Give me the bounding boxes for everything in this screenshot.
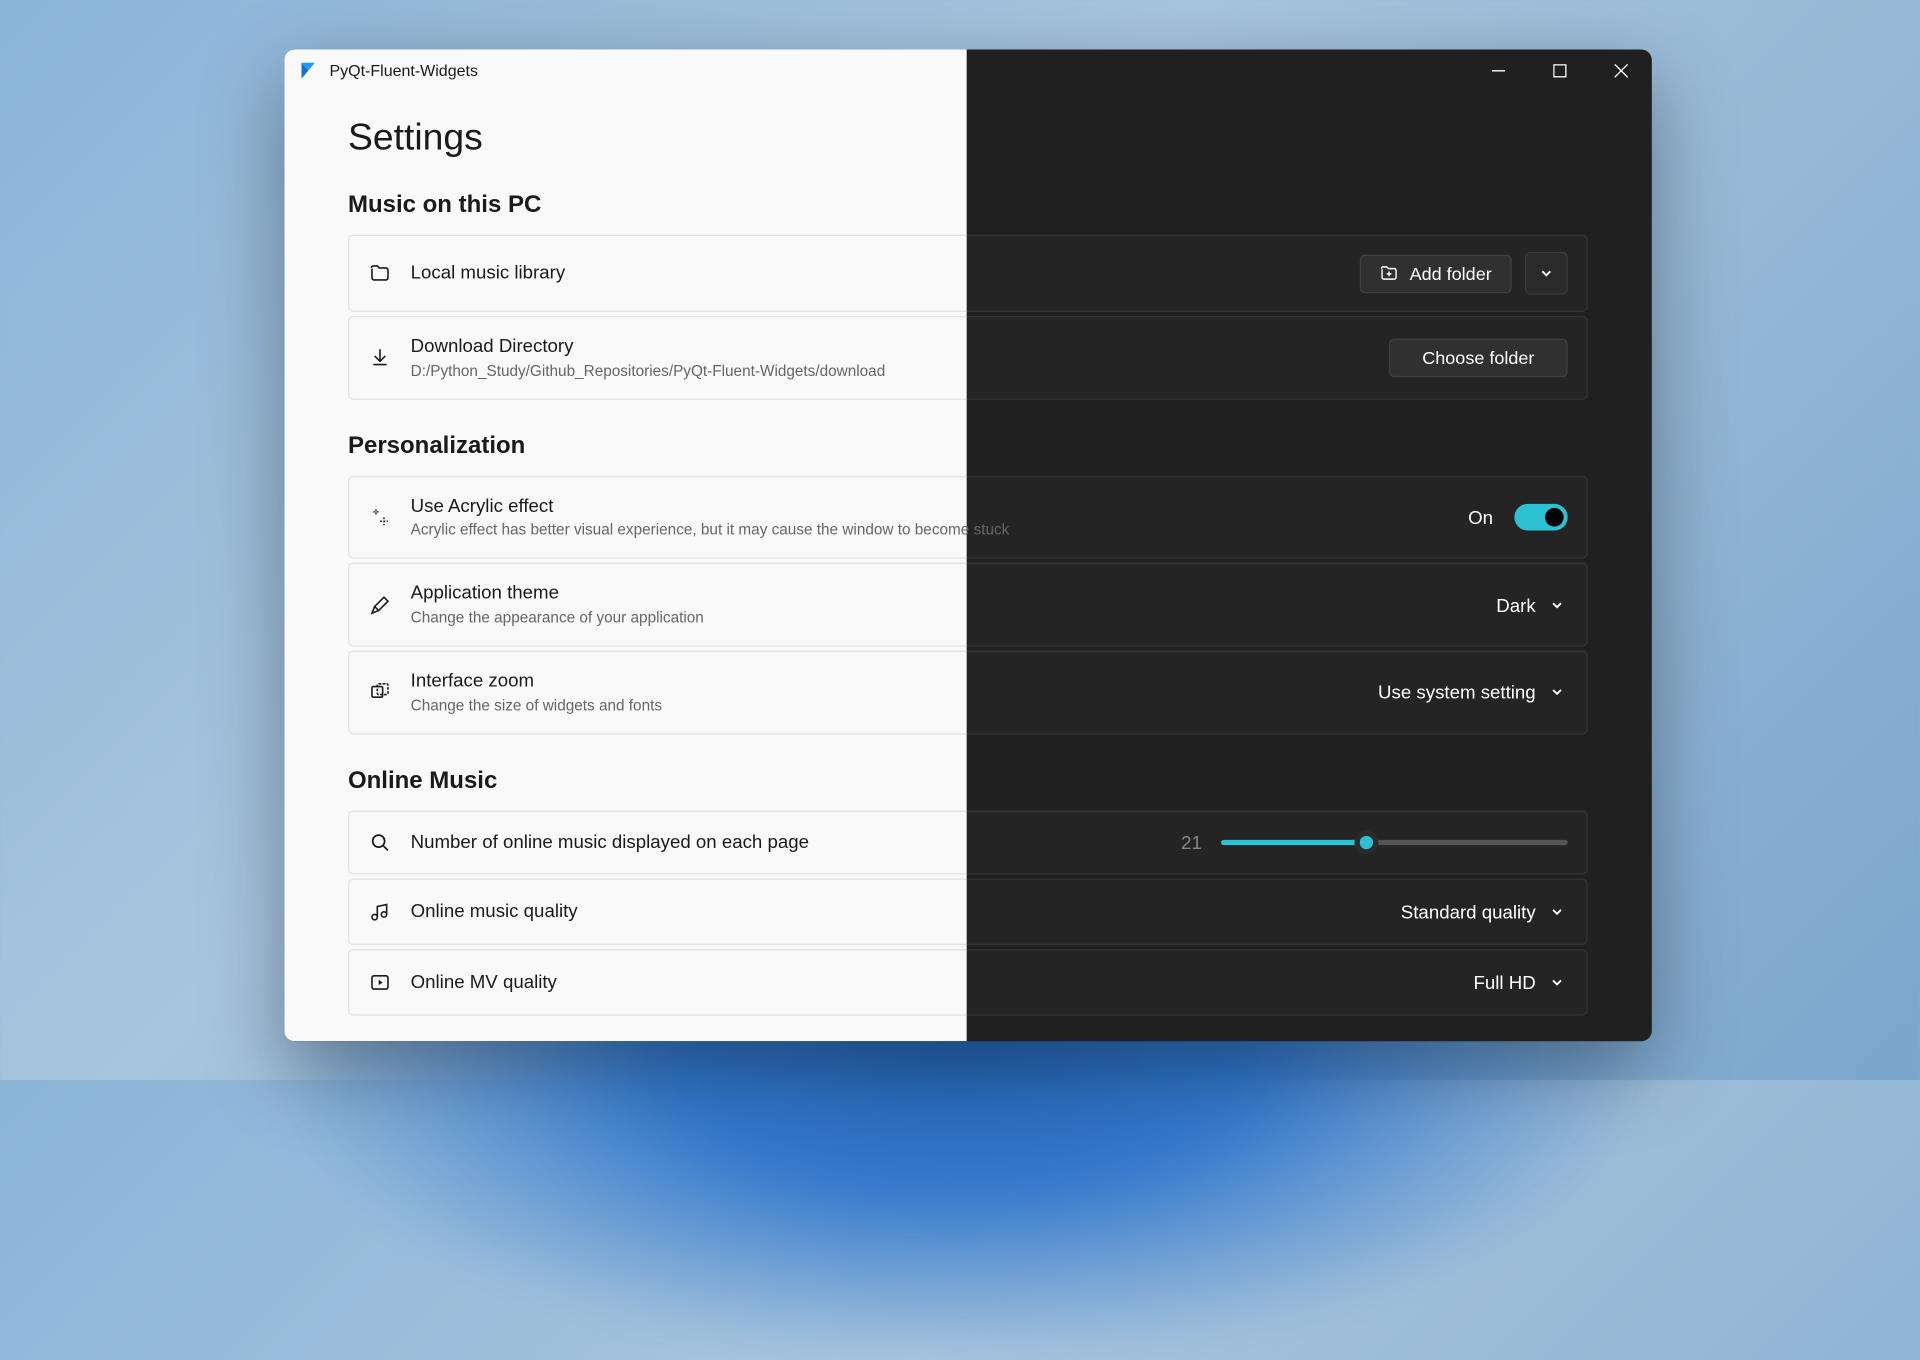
- add-folder-icon: [1380, 264, 1399, 283]
- choose-folder-button[interactable]: Choose folder: [1389, 339, 1568, 378]
- app-icon: [297, 60, 318, 81]
- theme-dropdown[interactable]: Dark: [1494, 589, 1568, 621]
- folder-icon: [368, 261, 392, 285]
- card-download-dir: Download Directory D:/Python_Study/Githu…: [348, 316, 1588, 400]
- section-music-pc: Music on this PC: [348, 191, 1588, 219]
- card-music-quality: Online music quality Standard quality: [348, 878, 1588, 945]
- music-quality-title: Online music quality: [411, 899, 1380, 925]
- download-dir-title: Download Directory: [411, 333, 1371, 359]
- expand-library-button[interactable]: [1525, 252, 1568, 295]
- sparkle-icon: [368, 505, 392, 529]
- acrylic-title: Use Acrylic effect: [411, 493, 1450, 519]
- add-folder-button[interactable]: Add folder: [1361, 254, 1512, 293]
- acrylic-toggle[interactable]: [1515, 504, 1568, 531]
- maximize-button[interactable]: [1529, 49, 1590, 92]
- zoom-dropdown[interactable]: Use system setting: [1376, 677, 1568, 709]
- search-icon: [368, 830, 392, 854]
- section-personalization: Personalization: [348, 432, 1588, 460]
- chevron-down-icon: [1549, 685, 1565, 701]
- theme-sub: Change the appearance of your applicatio…: [411, 608, 1475, 629]
- slider-value: 21: [1181, 832, 1202, 853]
- theme-title: Application theme: [411, 580, 1475, 606]
- acrylic-sub: Acrylic effect has better visual experie…: [411, 520, 1450, 541]
- local-library-title: Local music library: [411, 260, 1342, 286]
- zoom-icon: [368, 681, 392, 705]
- close-button[interactable]: [1591, 49, 1652, 92]
- zoom-sub: Change the size of widgets and fonts: [411, 696, 1357, 717]
- page-count-title: Number of online music displayed on each…: [411, 829, 1163, 855]
- page-count-slider[interactable]: [1221, 840, 1568, 845]
- card-zoom: Interface zoom Change the size of widget…: [348, 651, 1588, 735]
- zoom-title: Interface zoom: [411, 668, 1357, 694]
- chevron-down-icon: [1549, 597, 1565, 613]
- card-theme: Application theme Change the appearance …: [348, 563, 1588, 647]
- music-quality-dropdown[interactable]: Standard quality: [1398, 896, 1568, 928]
- brush-icon: [368, 593, 392, 617]
- video-icon: [368, 970, 392, 994]
- window-title: PyQt-Fluent-Widgets: [329, 61, 477, 80]
- mv-quality-title: Online MV quality: [411, 969, 1453, 995]
- page-title: Settings: [348, 116, 1588, 159]
- titlebar: PyQt-Fluent-Widgets: [284, 49, 1652, 92]
- app-window: PyQt-Fluent-Widgets Settings Music on th…: [284, 49, 1652, 1041]
- card-mv-quality: Online MV quality Full HD: [348, 949, 1588, 1016]
- chevron-down-icon: [1549, 974, 1565, 990]
- section-online-music: Online Music: [348, 766, 1588, 794]
- minimize-button[interactable]: [1468, 49, 1529, 92]
- download-dir-path: D:/Python_Study/Github_Repositories/PyQt…: [411, 361, 1371, 382]
- card-local-library: Local music library Add folder: [348, 235, 1588, 312]
- card-acrylic: Use Acrylic effect Acrylic effect has be…: [348, 476, 1588, 560]
- mv-quality-dropdown[interactable]: Full HD: [1471, 966, 1568, 998]
- acrylic-toggle-label: On: [1468, 507, 1493, 528]
- music-icon: [368, 900, 392, 924]
- download-icon: [368, 346, 392, 370]
- card-page-count: Number of online music displayed on each…: [348, 810, 1588, 874]
- chevron-down-icon: [1549, 904, 1565, 920]
